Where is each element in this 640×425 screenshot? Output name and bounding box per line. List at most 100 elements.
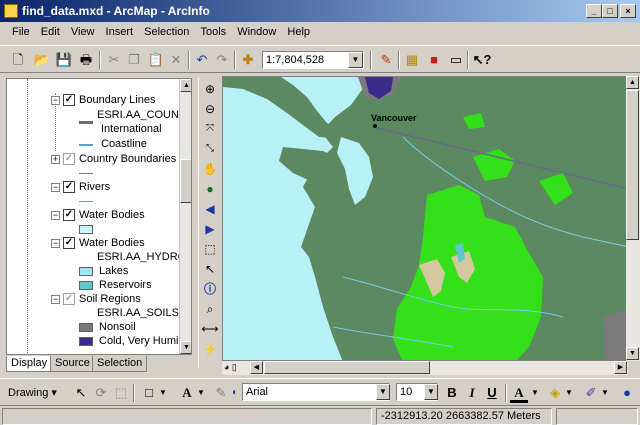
toc-vertical-scrollbar[interactable]: ▲ ▼ xyxy=(179,79,191,354)
rectangle-dropdown-icon[interactable]: ▼ xyxy=(158,383,168,403)
tab-source[interactable]: Source xyxy=(50,356,95,372)
layout-view-toggle-icon[interactable]: ◕ ▯ xyxy=(224,362,248,374)
save-icon[interactable]: 💾 xyxy=(54,50,74,70)
scale-dropdown-arrow[interactable]: ▼ xyxy=(348,52,363,68)
toc-layer-country-boundaries[interactable]: Country Boundaries xyxy=(79,153,176,167)
map-vertical-scrollbar[interactable]: ▲ ▼ xyxy=(626,76,640,361)
back-extent-icon[interactable]: ◀ xyxy=(201,200,219,218)
editor-icon[interactable]: ✎ xyxy=(376,50,396,70)
marker-color-icon[interactable]: ● xyxy=(618,383,636,403)
maximize-button[interactable]: □ xyxy=(602,4,618,18)
tab-display[interactable]: Display xyxy=(6,356,53,372)
open-icon[interactable]: 📂 xyxy=(32,50,52,70)
soil-regions-checkbox[interactable]: ✓ xyxy=(63,293,75,305)
menu-file[interactable]: File xyxy=(8,23,34,41)
scroll-up-button[interactable]: ▲ xyxy=(626,76,639,89)
copy-icon[interactable]: ❐ xyxy=(124,50,144,70)
new-icon[interactable]: 🗋 xyxy=(8,50,28,70)
font-color-dropdown-icon[interactable]: ▼ xyxy=(530,383,540,403)
zoom-whole-page-icon[interactable]: ⬚ xyxy=(112,383,130,403)
close-button[interactable]: × xyxy=(620,4,636,18)
collapse-boundary-lines-icon[interactable]: − xyxy=(51,96,60,105)
country-boundaries-checkbox[interactable]: ✓ xyxy=(63,153,75,165)
select-elements-icon[interactable]: ↖ xyxy=(201,260,219,278)
identify-icon[interactable]: ⓘ xyxy=(201,280,219,298)
coastline-line-symbol[interactable] xyxy=(79,144,93,146)
print-icon[interactable]: 🖶 xyxy=(76,50,96,70)
zoom-in-icon[interactable]: ⊕ xyxy=(201,80,219,98)
water-bodies-checkbox[interactable]: ✓ xyxy=(63,209,75,221)
paste-icon[interactable]: 📋 xyxy=(146,50,166,70)
menu-insert[interactable]: Insert xyxy=(102,23,138,41)
toc-layer-rivers[interactable]: Rivers xyxy=(79,181,110,195)
select-features-icon[interactable]: ⬚ xyxy=(201,240,219,258)
rectangle-icon[interactable]: □ xyxy=(140,383,158,403)
expand-country-boundaries-icon[interactable]: + xyxy=(51,155,60,164)
measure-icon[interactable]: ⟷ xyxy=(201,320,219,338)
reservoirs-fill-symbol[interactable] xyxy=(79,281,93,290)
menu-help[interactable]: Help xyxy=(283,23,314,41)
font-name-combobox[interactable]: Arial xyxy=(242,383,390,401)
river-line-symbol[interactable] xyxy=(79,201,93,202)
font-color-button[interactable]: A xyxy=(510,383,528,403)
map-display[interactable]: Vancouver xyxy=(222,76,628,361)
collapse-water-bodies-2-icon[interactable]: − xyxy=(51,239,60,248)
zoom-out-icon[interactable]: ⊖ xyxy=(201,100,219,118)
menu-view[interactable]: View xyxy=(67,23,99,41)
collapse-rivers-icon[interactable]: − xyxy=(51,183,60,192)
rivers-checkbox[interactable]: ✓ xyxy=(63,181,75,193)
whats-this-icon[interactable]: ↖? xyxy=(472,50,492,70)
fill-color-dropdown-icon[interactable]: ▼ xyxy=(564,383,574,403)
hyperlink-icon[interactable]: ⚡ xyxy=(201,340,219,358)
drawing-menu-button[interactable]: Drawing ▾ xyxy=(8,383,64,403)
font-name-dropdown-arrow[interactable]: ▼ xyxy=(376,384,390,400)
fixed-zoom-in-icon[interactable]: ⤧ xyxy=(201,120,219,138)
new-text-icon[interactable]: A xyxy=(178,383,196,403)
collapse-water-bodies-icon[interactable]: − xyxy=(51,211,60,220)
scroll-left-button[interactable]: ◀ xyxy=(250,361,263,374)
menu-window[interactable]: Window xyxy=(233,23,280,41)
command-line-icon[interactable]: ▭ xyxy=(446,50,466,70)
undo-icon[interactable]: ↶ xyxy=(192,50,212,70)
arccatalog-icon[interactable]: ▦ xyxy=(402,50,422,70)
toc-layer-boundary-lines[interactable]: Boundary Lines xyxy=(79,94,155,108)
fill-color-icon[interactable]: ◈ xyxy=(546,383,564,403)
cut-icon[interactable]: ✂ xyxy=(104,50,124,70)
add-data-icon[interactable]: ✚ xyxy=(238,50,258,70)
text-dropdown-icon[interactable]: ▼ xyxy=(196,383,206,403)
line-color-dropdown-icon[interactable]: ▼ xyxy=(600,383,610,403)
bold-button[interactable]: B xyxy=(444,383,460,403)
fixed-zoom-out-icon[interactable]: ⤡ xyxy=(201,140,219,158)
font-size-dropdown-arrow[interactable]: ▼ xyxy=(424,384,438,400)
select-elements-icon[interactable]: ↖ xyxy=(72,383,90,403)
vertical-scroll-thumb[interactable] xyxy=(626,90,639,240)
scroll-thumb[interactable] xyxy=(180,159,191,203)
line-color-icon[interactable]: ✐ xyxy=(582,383,600,403)
scroll-right-button[interactable]: ▶ xyxy=(614,361,627,374)
map-canvas[interactable] xyxy=(223,77,628,361)
menu-selection[interactable]: Selection xyxy=(140,23,193,41)
forward-extent-icon[interactable]: ▶ xyxy=(201,220,219,238)
toc-layer-water-bodies-2[interactable]: Water Bodies xyxy=(79,237,145,251)
map-horizontal-scrollbar[interactable]: ◕ ▯ ◀ ▶ xyxy=(222,361,628,375)
full-extent-icon[interactable]: ● xyxy=(201,180,219,198)
find-icon[interactable]: ⌕ xyxy=(201,300,219,318)
arctoolbox-icon[interactable]: ■ xyxy=(424,50,444,70)
menu-edit[interactable]: Edit xyxy=(37,23,64,41)
delete-icon[interactable]: ✕ xyxy=(166,50,186,70)
lakes-fill-symbol[interactable] xyxy=(79,267,93,276)
italic-button[interactable]: I xyxy=(464,383,480,403)
tab-selection[interactable]: Selection xyxy=(92,356,148,372)
water-bodies-2-checkbox[interactable]: ✓ xyxy=(63,237,75,249)
boundary-lines-checkbox[interactable]: ✓ xyxy=(63,94,75,106)
horizontal-scroll-thumb[interactable] xyxy=(264,361,430,374)
menu-tools[interactable]: Tools xyxy=(196,23,230,41)
water-bodies-fill-symbol[interactable] xyxy=(79,225,93,234)
toc-layer-water-bodies[interactable]: Water Bodies xyxy=(79,209,145,223)
scroll-up-button[interactable]: ▲ xyxy=(180,79,191,92)
cold-very-humid-fill-symbol[interactable] xyxy=(79,337,93,346)
scroll-down-button[interactable]: ▼ xyxy=(180,341,191,354)
collapse-soil-regions-icon[interactable]: − xyxy=(51,295,60,304)
redo-icon[interactable]: ↷ xyxy=(212,50,232,70)
country-boundary-line-symbol[interactable] xyxy=(79,173,93,174)
